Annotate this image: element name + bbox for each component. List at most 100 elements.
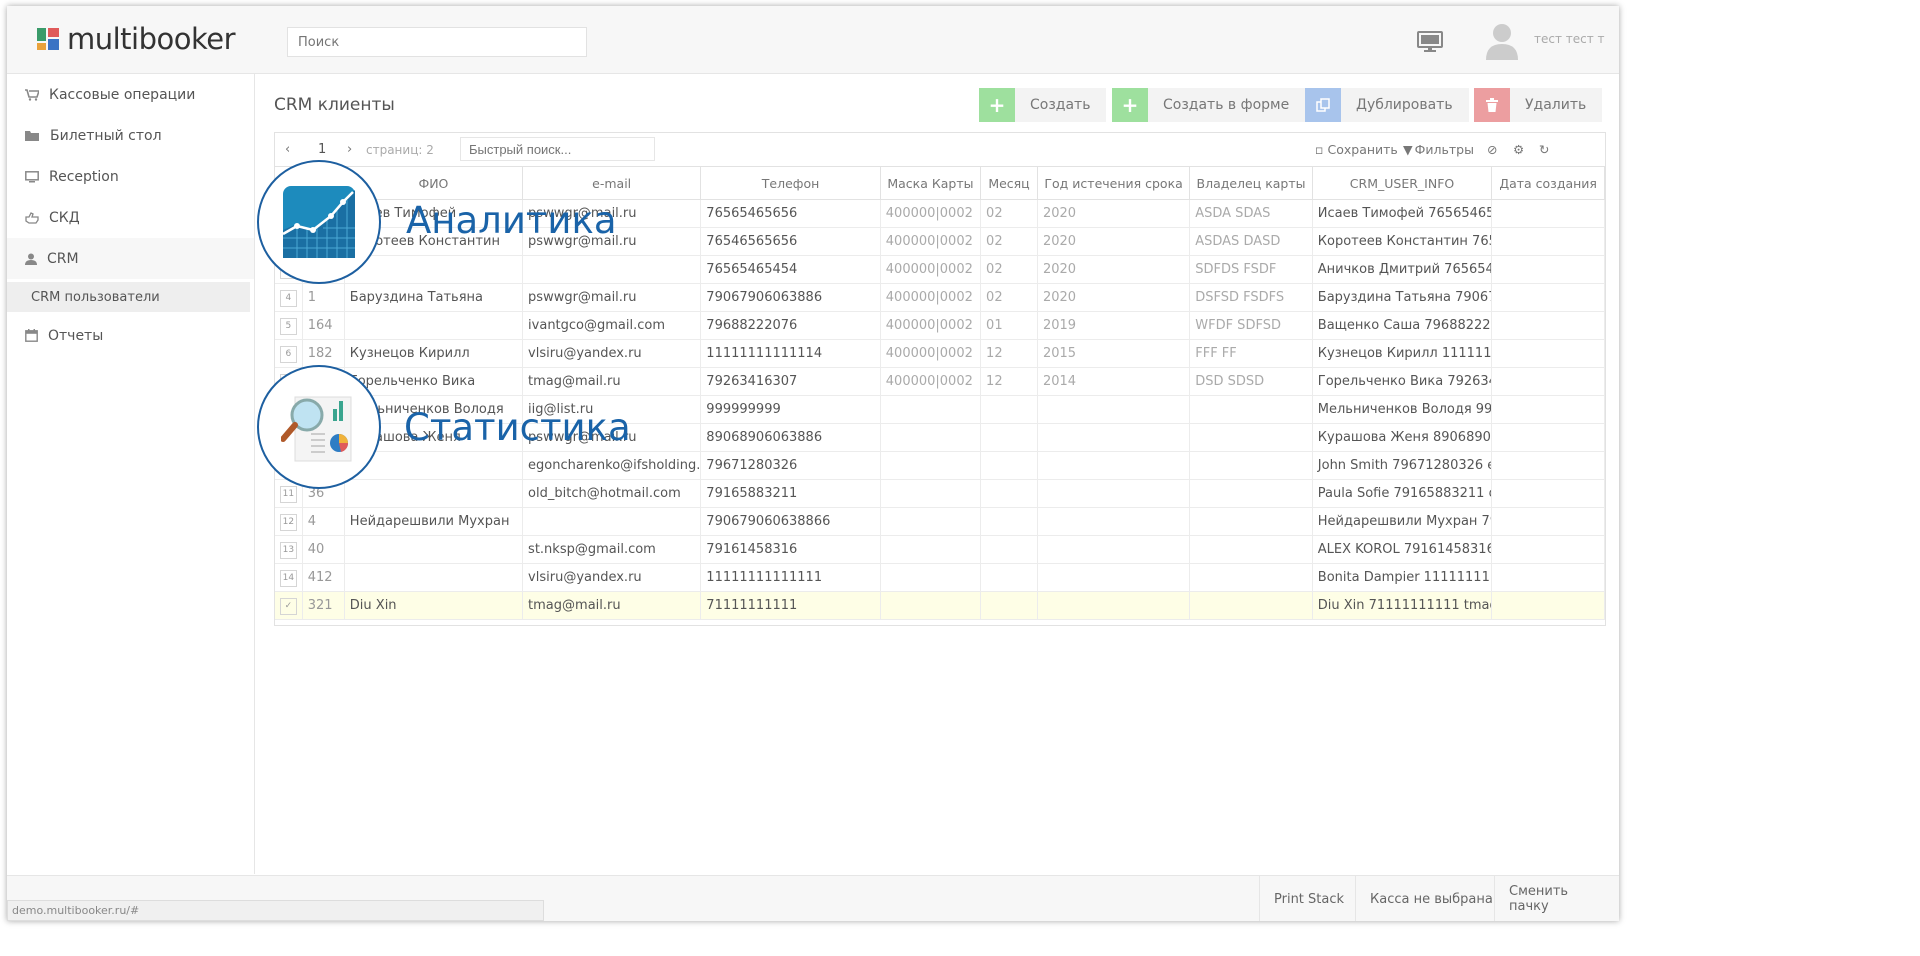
change-batch-button[interactable]: Сменить пачку [1494,876,1619,921]
duplicate-button[interactable]: Дублировать [1305,88,1469,122]
row-phone[interactable]: 79263416307 [700,367,881,396]
row-created-date[interactable] [1491,255,1605,284]
row-crm-user-info[interactable]: Ващенко Саша 796882220 [1312,311,1493,340]
row-crm-user-info[interactable]: Кузнецов Кирилл 1111111 [1312,339,1493,368]
row-id[interactable]: 321 [302,591,345,620]
sidebar-item-cash-operations[interactable]: Кассовые операции [7,74,254,115]
row-card-mask[interactable]: 400000|0002 [880,199,982,228]
row-phone[interactable]: 999999999 [700,395,881,424]
row-created-date[interactable] [1491,423,1605,452]
row-phone[interactable]: 89068906063886 [700,423,881,452]
table-row[interactable]: 14 412 vlsiru@yandex.ru 11111111111111 Bonit… [275,563,1605,592]
refresh-icon[interactable]: ↻ [1539,133,1549,166]
row-fio[interactable] [344,255,524,284]
row-expiry-year[interactable]: 2020 [1037,199,1191,228]
row-card-mask[interactable]: 400000|0002 [880,339,982,368]
row-expiry-year[interactable] [1037,423,1191,452]
row-created-date[interactable] [1491,227,1605,256]
row-card-mask[interactable]: 400000|0002 [880,283,982,312]
row-email[interactable]: tmag@mail.ru [522,591,702,620]
sidebar-item-ticket-desk[interactable]: Билетный стол [7,115,254,156]
print-stack-button[interactable]: Print Stack [1259,876,1358,921]
row-card-mask[interactable] [880,479,982,508]
row-card-owner[interactable] [1189,591,1313,620]
row-month[interactable] [980,535,1038,564]
row-phone[interactable]: 79688222076 [700,311,881,340]
row-month[interactable] [980,451,1038,480]
row-expiry-year[interactable] [1037,535,1191,564]
search-input[interactable] [287,27,587,57]
row-crm-user-info[interactable]: Коротеев Константин 7654 [1312,227,1493,256]
row-select-checkbox[interactable]: 6 [275,339,303,368]
row-created-date[interactable] [1491,563,1605,592]
table-row[interactable]: 3276565465454400000|0002022020SDFDS FSDF… [275,255,1605,284]
row-card-owner[interactable] [1189,395,1313,424]
row-month[interactable]: 01 [980,311,1038,340]
row-email[interactable]: tmag@mail.ru [522,367,702,396]
row-crm-user-info[interactable]: Баруздина Татьяна 790679 [1312,283,1493,312]
row-expiry-year[interactable]: 2020 [1037,283,1191,312]
row-expiry-year[interactable] [1037,395,1191,424]
row-select-checkbox[interactable]: 4 [275,283,303,312]
create-button[interactable]: + Создать [979,88,1107,122]
row-crm-user-info[interactable]: ALEX KOROL 79161458316 s [1312,535,1493,564]
table-row[interactable]: 4 1 Баруздина Татьяна pswwgr@mail.ru 7906790… [275,283,1605,312]
row-email[interactable]: pswwgr@mail.ru [522,283,702,312]
row-fio[interactable]: Diu Xin [344,591,524,620]
row-created-date[interactable] [1491,395,1605,424]
row-month[interactable] [980,423,1038,452]
row-expiry-year[interactable] [1037,563,1191,592]
row-expiry-year[interactable] [1037,451,1191,480]
row-card-mask[interactable]: 400000|0002 [880,255,982,284]
column-header-card-mask[interactable]: Маска Карты [880,167,982,200]
quick-search-input[interactable] [460,137,655,161]
table-row[interactable]: 5 164 ivantgco@gmail.com 79688222076 400000|… [275,311,1605,340]
row-fio[interactable] [344,535,524,564]
row-fio[interactable]: Нейдарешвили Мухран [344,507,524,536]
column-header-crm-user-info[interactable]: CRM_USER_INFO [1312,167,1493,200]
row-card-owner[interactable]: DSFSD FSDFS [1189,283,1313,312]
row-id[interactable]: 412 [302,563,345,592]
row-card-mask[interactable] [880,507,982,536]
row-select-checkbox[interactable]: 12 [275,507,303,536]
row-phone[interactable]: 76546565656 [700,227,881,256]
row-month[interactable]: 02 [980,227,1038,256]
row-crm-user-info[interactable]: Курашова Женя 89068906 [1312,423,1493,452]
row-card-mask[interactable]: 400000|0002 [880,311,982,340]
avatar[interactable] [1482,20,1522,60]
row-id[interactable]: 164 [302,311,345,340]
row-expiry-year[interactable]: 2019 [1037,311,1191,340]
row-phone[interactable]: 79067906063886 [700,283,881,312]
row-expiry-year[interactable] [1037,479,1191,508]
row-month[interactable] [980,507,1038,536]
column-header-month[interactable]: Месяц [980,167,1038,200]
row-select-checkbox[interactable]: 5 [275,311,303,340]
row-card-owner[interactable]: ASDAS DASD [1189,227,1313,256]
row-fio[interactable] [344,311,524,340]
row-card-mask[interactable] [880,423,982,452]
row-email[interactable]: st.nksp@gmail.com [522,535,702,564]
row-phone[interactable]: 79165883211 [700,479,881,508]
row-card-mask[interactable] [880,563,982,592]
column-header-expiry-year[interactable]: Год истечения срока [1037,167,1191,200]
row-created-date[interactable] [1491,507,1605,536]
row-card-mask[interactable]: 400000|0002 [880,367,982,396]
row-email[interactable]: old_bitch@hotmail.com [522,479,702,508]
row-phone[interactable]: 71111111111 [700,591,881,620]
sidebar-item-reports[interactable]: Отчеты [7,315,254,356]
row-expiry-year[interactable]: 2014 [1037,367,1191,396]
row-card-owner[interactable] [1189,563,1313,592]
table-row[interactable]: 6 182 Кузнецов Кирилл vlsiru@yandex.ru 11111… [275,339,1605,368]
row-crm-user-info[interactable]: Bonita Dampier 111111111 [1312,563,1493,592]
column-header-card-owner[interactable]: Владелец карты [1189,167,1313,200]
row-phone[interactable]: 76565465656 [700,199,881,228]
row-card-owner[interactable]: DSD SDSD [1189,367,1313,396]
row-card-owner[interactable]: FFF FF [1189,339,1313,368]
row-card-owner[interactable] [1189,423,1313,452]
row-card-mask[interactable]: 400000|0002 [880,227,982,256]
row-card-mask[interactable] [880,591,982,620]
row-id[interactable]: 4 [302,507,345,536]
row-created-date[interactable] [1491,199,1605,228]
table-row[interactable]: 7261Горельченко Викаtmag@mail.ru79263416… [275,367,1605,396]
table-row[interactable]: ✓ 321 Diu Xin tmag@mail.ru 71111111111 Diu Xi… [275,591,1605,620]
